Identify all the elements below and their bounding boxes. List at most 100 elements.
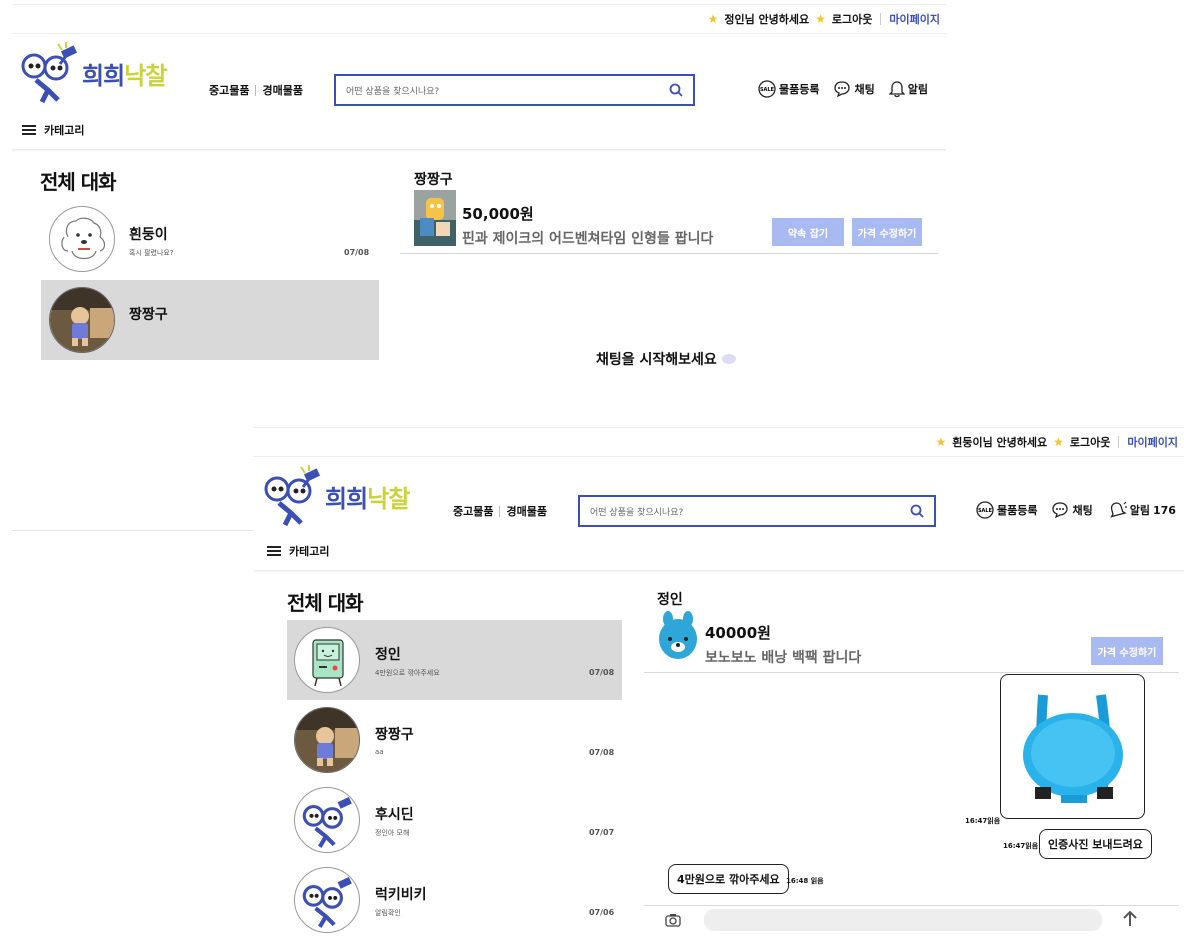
nav-auction-goods[interactable]: 경매물품 [506, 503, 546, 519]
dog-avatar-icon [61, 217, 106, 260]
mascot-avatar-icon [302, 877, 352, 928]
search-icon[interactable] [910, 504, 924, 518]
chat-last-message: 혹시 팔렸나요? [129, 249, 174, 257]
star-icon: ★ [815, 12, 826, 26]
product-price: 40000원 [705, 624, 771, 642]
product-price: 50,000원 [462, 205, 534, 223]
chat-date: 07/08 [589, 748, 615, 757]
list-item[interactable]: 짱짱구 [41, 280, 379, 360]
product-divider [400, 253, 938, 254]
photo-message[interactable] [1000, 674, 1145, 819]
star-icon: ★ [935, 435, 947, 449]
header-shadow [253, 570, 1184, 573]
avatar [49, 287, 115, 353]
category-menu-button[interactable]: 카테고리 [22, 122, 84, 138]
alarm-count-badge: 176 [1152, 503, 1176, 517]
list-item[interactable]: 럭키비키 알림확인 07/06 [287, 860, 622, 940]
list-item[interactable]: 흰둥이 혹시 팔렸나요? 07/08 [41, 200, 379, 280]
search-input[interactable]: 어떤 상품을 찾으시나요? [346, 84, 439, 97]
chat-date: 07/08 [589, 668, 615, 677]
ringing-bell-icon [1109, 501, 1127, 518]
message-input[interactable] [704, 909, 1102, 931]
register-label: 물품등록 [997, 504, 1038, 517]
list-item[interactable]: 짱짱구 aa 07/08 [287, 700, 622, 780]
mypage-link[interactable]: 마이페이지 [1127, 434, 1178, 450]
doll-photo-icon [295, 708, 359, 772]
make-appointment-button[interactable]: 약속 잡기 [772, 218, 844, 246]
camera-button[interactable] [665, 912, 681, 931]
top-bar: ★ 흰둥이님 안녕하세요 ★ 로그아웃 마이페이지 [253, 427, 1184, 457]
search-bar[interactable]: 어떤 상품을 찾으시나요? [334, 74, 695, 106]
chat-last-message: aa [375, 748, 384, 756]
empty-chat-text: 채팅을 시작해보세요 [596, 352, 717, 368]
logo-part2: 낙찰 [367, 484, 410, 513]
nav-auction-goods[interactable]: 경매물품 [262, 82, 302, 98]
bmo-avatar-icon [312, 639, 344, 687]
main-nav: 중고물품 경매물품 [453, 503, 547, 519]
chat-date: 07/06 [589, 908, 615, 917]
search-bar[interactable]: 어떤 상품을 찾으시나요? [578, 495, 936, 527]
bottom-divider [12, 530, 257, 531]
nav-used-goods[interactable]: 중고물품 [209, 82, 249, 98]
avatar [294, 867, 360, 933]
speech-bubble-icon [721, 354, 736, 364]
screenshot-2: ★ 흰둥이님 안녕하세요 ★ 로그아웃 마이페이지 희희낙찰 중고물품 경매물품… [253, 425, 1184, 945]
logo-text: 희희낙찰 [325, 479, 410, 514]
mascot-avatar-icon [302, 797, 352, 848]
svg-text:SALE: SALE [978, 508, 993, 514]
alarm-label: 알림 [1129, 504, 1150, 517]
logout-link[interactable]: 로그아웃 [1070, 434, 1110, 450]
send-button[interactable] [1121, 910, 1139, 932]
divider [499, 505, 501, 517]
site-logo[interactable]: 희희낙찰 [18, 42, 167, 104]
chat-nav-button[interactable]: 채팅 [1051, 501, 1093, 519]
divider [880, 13, 882, 25]
edit-price-button[interactable]: 가격 수정하기 [1091, 637, 1163, 665]
alarm-nav-button[interactable]: 알림 [888, 80, 928, 98]
message-bubble-received: 4만원으로 깎아주세요 [668, 864, 789, 894]
alarm-label: 알림 [907, 83, 928, 96]
edit-price-button[interactable]: 가격 수정하기 [852, 218, 922, 246]
message-time: 16:47읽음 [965, 817, 1001, 825]
list-item[interactable]: 정인 4만원으로 깎아주세요 07/08 [287, 620, 622, 700]
camera-icon [665, 914, 681, 927]
adventure-time-dolls-icon [414, 190, 456, 246]
register-item-button[interactable]: SALE 물품등록 [976, 501, 1037, 519]
empty-chat-message: 채팅을 시작해보세요 [596, 349, 737, 369]
site-logo[interactable]: 희희낙찰 [261, 465, 410, 527]
nav-used-goods[interactable]: 중고물품 [453, 503, 493, 519]
top-bar: ★ 정인님 안녕하세요 ★ 로그아웃 마이페이지 [12, 4, 946, 34]
avatar [294, 707, 360, 773]
logo-part1: 희희 [325, 484, 368, 513]
logout-link[interactable]: 로그아웃 [832, 11, 872, 27]
chat-last-message: 정인아 모해 [375, 829, 410, 837]
register-item-button[interactable]: SALE 물품등록 [758, 80, 819, 98]
bell-icon [888, 81, 905, 98]
search-icon[interactable] [669, 83, 683, 97]
logo-part1: 희희 [82, 61, 125, 90]
chat-list-title: 전체 대화 [287, 591, 364, 615]
arrow-up-icon [1123, 910, 1137, 926]
chat-partner-name: 후시딘 [375, 807, 414, 823]
sale-icon: SALE [758, 80, 776, 98]
list-item[interactable]: 후시딘 정인아 모해 07/07 [287, 780, 622, 860]
chat-partner-name: 럭키비키 [375, 887, 427, 903]
product-seller-name: 짱짱구 [414, 172, 453, 188]
divider [255, 84, 257, 96]
search-input[interactable]: 어떤 상품을 찾으시나요? [590, 505, 683, 518]
chat-label: 채팅 [854, 83, 875, 96]
product-title: 핀과 제이크의 어드벤쳐타임 인형들 팝니다 [462, 231, 714, 247]
divider [1118, 436, 1120, 448]
message-bubble-sent: 인증사진 보내드려요 [1039, 829, 1152, 859]
chat-nav-button[interactable]: 채팅 [833, 80, 875, 98]
mypage-link[interactable]: 마이페이지 [889, 11, 940, 27]
logo-part2: 낙찰 [124, 61, 167, 90]
chat-partner-name: 짱짱구 [129, 307, 168, 323]
message-time: 16:48 읽음 [786, 877, 824, 885]
category-menu-button[interactable]: 카테고리 [267, 543, 329, 559]
chat-list-title: 전체 대화 [40, 170, 117, 194]
chat-bubble-icon [834, 81, 851, 98]
chat-date: 07/07 [589, 828, 615, 837]
alarm-nav-button[interactable]: 알림 176 [1107, 501, 1176, 519]
chat-partner-name: 정인 [375, 647, 401, 663]
